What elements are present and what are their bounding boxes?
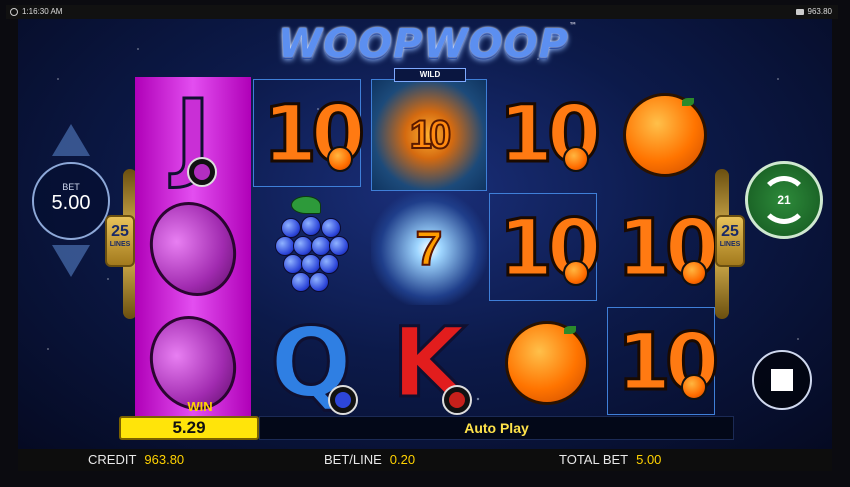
melon-badge-icon (442, 385, 473, 415)
reel-symbol-ten: 10 (489, 79, 605, 191)
reel-1: J (134, 77, 252, 425)
reel-symbol-wild: WILD 10 (371, 68, 487, 191)
lines-count: 25 (111, 223, 129, 240)
reel-symbol-ten: 10 (253, 79, 369, 191)
symbol-ten: 10 (497, 89, 603, 182)
grapes-badge-icon (327, 385, 358, 415)
game-logo: WOOPWOOP™ (278, 21, 578, 73)
lines-indicator-left: 25 LINES (105, 215, 135, 267)
totalbet-value: 5.00 (636, 452, 662, 467)
grapes-icon (271, 196, 351, 294)
totalbet-field: TOTAL BET 5.00 (559, 449, 661, 471)
credit-field: CREDIT 963.80 (88, 449, 184, 471)
clock-icon (10, 8, 18, 16)
autospin-count: 21 (777, 193, 791, 207)
app-frame: 1:16:30 AM 963.80 WOOPWOOP™ BET 5.00 J 1… (0, 0, 850, 487)
betline-value: 0.20 (389, 452, 416, 467)
wild-ten-symbol: 10 (409, 112, 452, 158)
lines-label: LINES (719, 241, 741, 248)
game-area: WOOPWOOP™ BET 5.00 J 10 Q WILD 10 7 K 10… (18, 19, 832, 449)
reel-symbol-k: K (371, 306, 487, 421)
bet-display[interactable]: BET 5.00 (32, 162, 110, 240)
orange-icon (623, 93, 707, 177)
credit-label: CREDIT (88, 452, 137, 467)
lines-count: 25 (721, 223, 739, 240)
reel-symbol-ten: 10 (489, 193, 605, 305)
betline-field: BET/LINE 0.20 (324, 449, 415, 471)
lines-indicator-right: 25 LINES (715, 215, 745, 267)
status-balance: 963.80 (807, 7, 832, 16)
info-bar: CREDIT 963.80 BET/LINE 0.20 TOTAL BET 5.00 (18, 449, 832, 471)
win-value: 5.29 (119, 416, 259, 440)
game-title: WOOPWOOP (278, 21, 569, 67)
stop-icon (771, 369, 793, 391)
stop-button[interactable] (752, 350, 812, 410)
credit-value: 963.80 (144, 452, 185, 467)
reel-symbol-plum (134, 187, 252, 311)
reel-2: 10 Q (253, 77, 369, 422)
symbol-ten: 10 (497, 203, 603, 296)
reel-3: WILD 10 7 K (371, 68, 487, 422)
symbol-seven: 7 (415, 222, 444, 277)
orange-icon (505, 321, 589, 405)
symbol-ten: 10 (261, 89, 367, 182)
bet-label: BET (62, 182, 80, 192)
auto-play-button[interactable]: Auto Play (259, 416, 734, 440)
bet-decrease-arrow-icon[interactable] (52, 245, 90, 277)
refresh-icon: 21 (760, 176, 808, 224)
reel-symbol-orange (607, 79, 723, 191)
status-time: 1:16:30 AM (22, 7, 63, 16)
symbol-letter-q: Q (269, 306, 358, 421)
status-bar: 1:16:30 AM 963.80 (6, 5, 838, 19)
lines-label: LINES (109, 241, 131, 248)
reel-symbol-ten: 10 (607, 307, 723, 419)
reel-symbol-seven: 7 (371, 193, 487, 305)
bet-increase-arrow-icon[interactable] (52, 124, 90, 156)
plum-icon (134, 187, 252, 311)
wild-label: WILD (394, 68, 466, 82)
bet-value: 5.00 (51, 192, 91, 214)
symbol-letter-j: J (174, 78, 217, 193)
totalbet-label: TOTAL BET (559, 452, 629, 467)
symbol-ten: 10 (615, 203, 721, 296)
reel-symbol-ten: 10 (607, 193, 723, 305)
symbol-letter-k: K (390, 306, 473, 421)
plum-badge-icon (186, 157, 217, 187)
reel-symbol-q: Q (253, 306, 369, 421)
wallet-icon (796, 9, 804, 15)
reel-symbol-j: J (135, 78, 251, 193)
win-label: WIN (187, 399, 213, 414)
autospin-button[interactable]: 21 (745, 161, 823, 239)
betline-label: BET/LINE (324, 452, 382, 467)
trademark-mark: ™ (568, 21, 578, 30)
reel-symbol-orange (489, 307, 605, 419)
reel-5: 10 10 (607, 77, 723, 422)
symbol-ten: 10 (615, 317, 721, 410)
reel-4: 10 10 (489, 77, 605, 422)
reel-symbol-grapes (253, 193, 369, 305)
